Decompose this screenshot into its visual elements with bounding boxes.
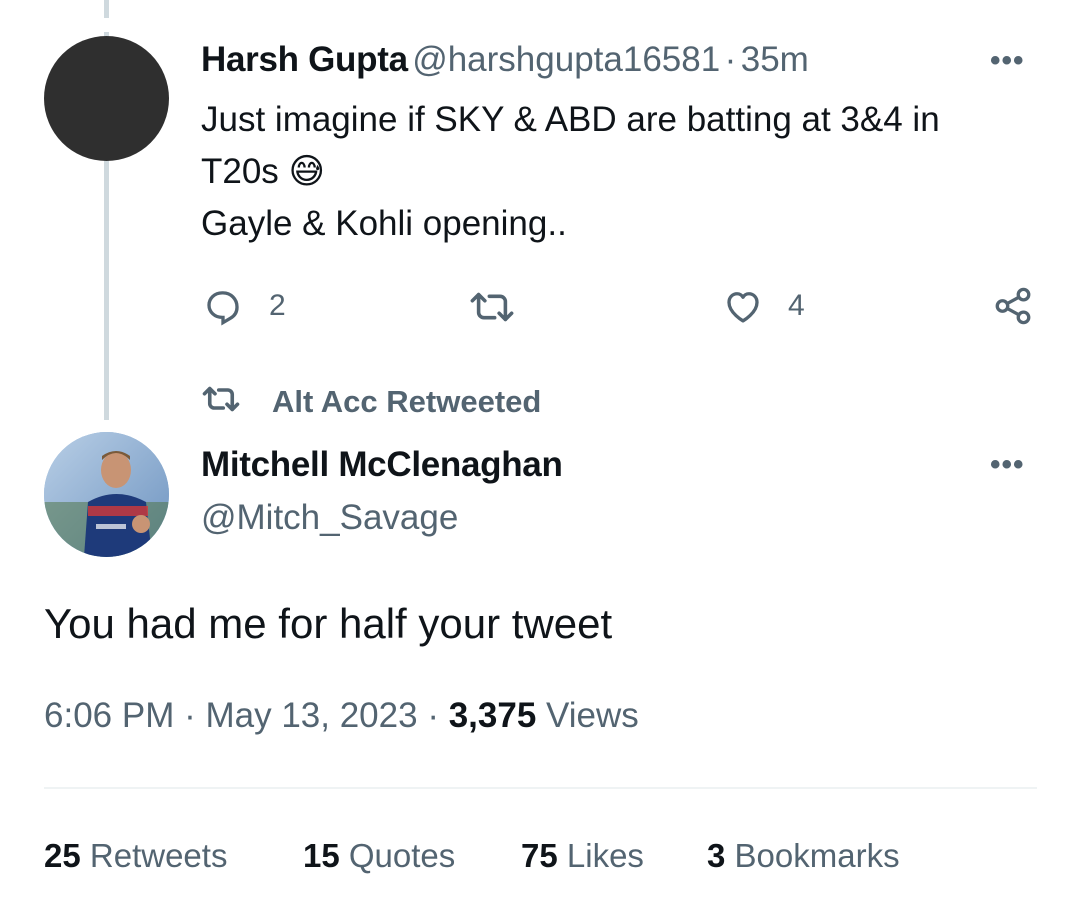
like-button[interactable]: 4 [722, 285, 805, 327]
share-button[interactable] [992, 285, 1034, 327]
likes-count: 75 [521, 837, 558, 874]
display-name[interactable]: Mitchell McClenaghan [201, 445, 563, 485]
likes-label: Likes [566, 837, 644, 874]
views-label: Views [546, 696, 639, 735]
reply-count: 2 [269, 289, 286, 322]
divider [44, 787, 1037, 789]
tweet-date[interactable]: May 13, 2023 [205, 696, 417, 735]
separator: · [724, 40, 737, 79]
avatar[interactable] [44, 36, 169, 161]
reply-button[interactable]: 2 [202, 285, 286, 327]
tweet-header: Harsh Gupta @harshgupta16581 · 35m [201, 40, 809, 80]
avatar[interactable] [44, 432, 169, 557]
retweet-banner: Alt Acc Retweeted [200, 382, 541, 421]
timestamp[interactable]: 35m [741, 40, 809, 79]
bookmarks-stat[interactable]: 3 Bookmarks [707, 837, 900, 875]
handle[interactable]: @Mitch_Savage [201, 498, 458, 538]
thread-line-gap [104, 18, 109, 32]
tweet-text: You had me for half your tweet [44, 600, 613, 647]
quotes-label: Quotes [348, 837, 456, 874]
reply-icon [202, 285, 244, 327]
bookmarks-count: 3 [707, 837, 726, 874]
like-icon [722, 285, 764, 327]
quotes-count: 15 [303, 837, 340, 874]
retweet-icon [467, 287, 517, 327]
likes-stat[interactable]: 75 Likes [521, 837, 644, 875]
retweet-icon [200, 382, 242, 421]
sweat-smile-emoji: 😅 [288, 152, 326, 192]
tweet-text: Just imagine if SKY & ABD are batting at… [201, 94, 1041, 250]
views-count: 3,375 [448, 696, 537, 735]
bookmarks-label: Bookmarks [734, 837, 900, 874]
profile-photo-icon [44, 432, 169, 557]
tweet-text-line: T20s 😅 [201, 146, 1041, 198]
like-count: 4 [788, 289, 805, 322]
retweets-count: 25 [44, 837, 81, 874]
more-options-icon[interactable]: ••• [990, 44, 1025, 78]
tweet-text-line: Just imagine if SKY & ABD are batting at… [201, 100, 940, 139]
quotes-stat[interactable]: 15 Quotes [303, 837, 455, 875]
tweet-metadata: 6:06 PM · May 13, 2023 · 3,375 Views [44, 696, 639, 736]
separator: · [184, 696, 196, 735]
retweet-button[interactable] [467, 287, 517, 327]
tweet-time[interactable]: 6:06 PM [44, 696, 174, 735]
retweet-banner-label[interactable]: Alt Acc Retweeted [272, 384, 541, 420]
tweet-text-line: Gayle & Kohli opening.. [201, 204, 567, 243]
retweets-label: Retweets [89, 837, 228, 874]
tweet-text-segment: T20s [201, 152, 279, 191]
share-icon [992, 285, 1034, 327]
retweets-stat[interactable]: 25 Retweets [44, 837, 227, 875]
display-name[interactable]: Harsh Gupta [201, 40, 408, 79]
separator: · [427, 696, 439, 735]
more-options-icon[interactable]: ••• [990, 448, 1025, 482]
handle[interactable]: @harshgupta16581 [412, 40, 720, 79]
